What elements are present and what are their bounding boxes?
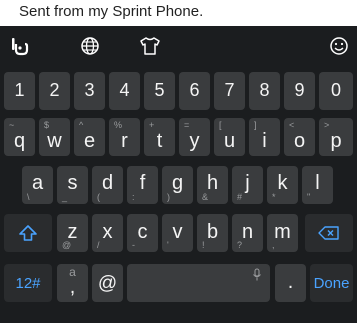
key-2[interactable]: 2 — [39, 72, 70, 110]
key-e[interactable]: ^ e — [74, 118, 105, 156]
key-g[interactable]: g) — [162, 166, 193, 204]
key-o[interactable]: < o — [284, 118, 315, 156]
key-9[interactable]: 9 — [284, 72, 315, 110]
key-5[interactable]: 5 — [144, 72, 175, 110]
key-0[interactable]: 0 — [319, 72, 353, 110]
compose-text: Sent from my Sprint Phone. — [19, 3, 204, 20]
symbols-key[interactable]: 12# — [4, 264, 52, 302]
key-b[interactable]: b! — [197, 214, 228, 252]
backspace-icon — [318, 226, 339, 240]
qwerty-row: ~ q $ w ^ e % r + t = y [u ] i < o > p — [0, 112, 357, 162]
key-3[interactable]: 3 — [74, 72, 105, 110]
key-q[interactable]: ~ q — [4, 118, 35, 156]
key-p[interactable]: > p — [319, 118, 353, 156]
key-i[interactable]: ] i — [249, 118, 280, 156]
key-u[interactable]: [u — [214, 118, 245, 156]
key-w[interactable]: $ w — [39, 118, 70, 156]
key-4[interactable]: 4 — [109, 72, 140, 110]
keyboard: 1 2 3 4 5 6 7 8 9 0 ~ q $ w ^ e % r + t = y [u… — [0, 26, 357, 323]
key-j[interactable]: j # — [232, 166, 263, 204]
at-key[interactable]: @ — [92, 264, 123, 302]
key-m[interactable]: m, — [267, 214, 298, 252]
bottom-row: 12# a , @ . Done — [0, 258, 357, 308]
key-s[interactable]: s _ — [57, 166, 88, 204]
spacebar[interactable] — [127, 264, 270, 302]
asdf-row: a \ s _ d( f: g) h & j # k * l " — [0, 160, 357, 210]
emoji-icon[interactable] — [325, 32, 353, 60]
key-1[interactable]: 1 — [4, 72, 35, 110]
key-v[interactable]: v ' — [162, 214, 193, 252]
swype-logo-icon[interactable] — [6, 32, 34, 60]
theme-shirt-icon[interactable] — [136, 32, 164, 60]
shift-key[interactable] — [4, 214, 52, 252]
key-z[interactable]: z @ — [57, 214, 88, 252]
key-c[interactable]: c- — [127, 214, 158, 252]
key-l[interactable]: l " — [302, 166, 333, 204]
key-8[interactable]: 8 — [249, 72, 280, 110]
key-a[interactable]: a \ — [22, 166, 53, 204]
number-row: 1 2 3 4 5 6 7 8 9 0 — [0, 66, 357, 116]
backspace-key[interactable] — [305, 214, 353, 252]
microphone-icon — [252, 268, 262, 287]
message-compose-area[interactable]: Sent from my Sprint Phone. — [0, 0, 357, 26]
zxcv-row: z @ x / c- v ' b! n? m, — [0, 208, 357, 258]
key-k[interactable]: k * — [267, 166, 298, 204]
key-f[interactable]: f: — [127, 166, 158, 204]
key-x[interactable]: x / — [92, 214, 123, 252]
key-r[interactable]: % r — [109, 118, 140, 156]
shift-icon — [19, 225, 37, 241]
screen: Sent from my Sprint Phone. 1 2 3 4 5 6 7… — [0, 0, 357, 323]
key-n[interactable]: n? — [232, 214, 263, 252]
comma-key[interactable]: a , — [57, 264, 88, 302]
done-key[interactable]: Done — [310, 264, 353, 302]
key-t[interactable]: + t — [144, 118, 175, 156]
key-6[interactable]: 6 — [179, 72, 210, 110]
key-7[interactable]: 7 — [214, 72, 245, 110]
key-y[interactable]: = y — [179, 118, 210, 156]
key-h[interactable]: h & — [197, 166, 228, 204]
globe-icon[interactable] — [76, 32, 104, 60]
period-key[interactable]: . — [275, 264, 306, 302]
key-d[interactable]: d( — [92, 166, 123, 204]
keyboard-toolbar — [0, 26, 357, 66]
